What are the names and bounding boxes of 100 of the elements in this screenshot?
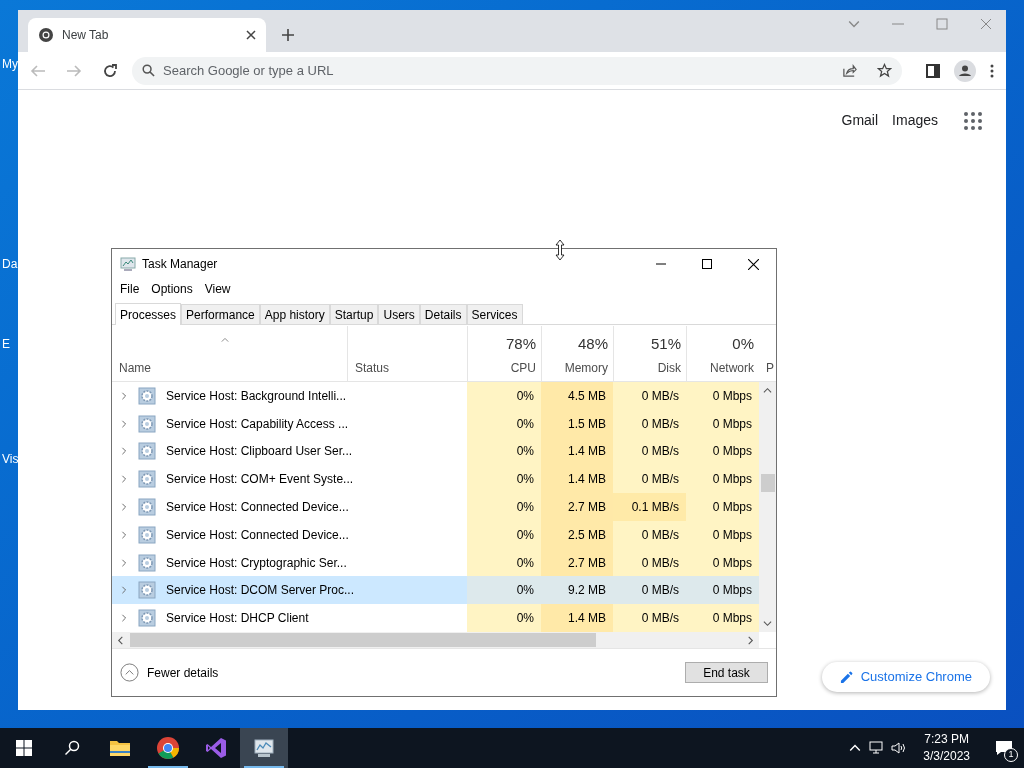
- network-cell: 0 Mbps: [686, 520, 759, 549]
- header-link[interactable]: Images: [892, 110, 938, 131]
- taskbar-app[interactable]: [240, 728, 288, 768]
- memory-cell: 1.4 MB: [541, 465, 613, 494]
- cpu-cell: 0%: [467, 548, 541, 577]
- expand-chevron-icon: [120, 419, 128, 428]
- sort-up-icon: [220, 336, 230, 344]
- process-row[interactable]: Service Host: DCOM Server Proc... 0% 9.2 MB 0 MB/s 0 Mbps: [112, 576, 759, 605]
- search-icon: [64, 740, 80, 756]
- share-icon[interactable]: [842, 63, 857, 78]
- column-header[interactable]: P: [766, 359, 774, 377]
- network-cell: 0 Mbps: [686, 382, 759, 410]
- disk-cell: 0 MB/s: [613, 409, 686, 438]
- disk-cell: 0 MB/s: [613, 465, 686, 494]
- tab[interactable]: Details: [419, 304, 467, 324]
- speaker-icon[interactable]: [891, 741, 908, 755]
- expand-chevron-icon: [120, 503, 128, 511]
- scroll-thumb[interactable]: [761, 474, 775, 492]
- tab[interactable]: Services: [466, 304, 523, 324]
- cpu-cell: 0%: [467, 437, 541, 466]
- network-icon[interactable]: [869, 741, 886, 755]
- end-task-button[interactable]: End task: [685, 662, 768, 683]
- process-row[interactable]: Service Host: DHCP Client 0% 1.4 MB 0 MB/s 0 Mbps: [112, 604, 759, 633]
- expand-chevron-icon: [120, 614, 128, 623]
- process-row[interactable]: Service Host: Background Intelli... 0% 4.5 MB 0 MB/s 0 Mbps: [112, 382, 759, 410]
- menu-icon[interactable]: [990, 63, 994, 78]
- process-row[interactable]: Service Host: Capability Access ... 0% 1.5 MB 0 MB/s 0 Mbps: [112, 409, 759, 438]
- tab[interactable]: Performance: [181, 304, 260, 324]
- network-cell: 0 Mbps: [686, 465, 759, 494]
- process-name: Service Host: Cryptographic Ser...: [166, 554, 347, 572]
- side-panel-icon[interactable]: [926, 63, 940, 78]
- column-header[interactable]: CPU: [510, 359, 536, 377]
- column-usage: 48%: [577, 333, 608, 354]
- star-icon[interactable]: [877, 63, 892, 78]
- notifications-button[interactable]: 1: [984, 728, 1024, 768]
- menu-item[interactable]: Options: [151, 280, 193, 298]
- memory-cell: 1.5 MB: [541, 409, 613, 438]
- process-name: Service Host: Connected Device...: [166, 526, 349, 544]
- chrome-icon: [156, 736, 180, 760]
- process-row[interactable]: Service Host: Cryptographic Ser... 0% 2.7 MB 0 MB/s 0 Mbps: [112, 548, 759, 577]
- column-usage: 0%: [732, 333, 754, 354]
- disk-cell: 0 MB/s: [613, 576, 686, 605]
- process-row[interactable]: Service Host: COM+ Event Syste... 0% 1.4 MB 0 MB/s 0 Mbps: [112, 465, 759, 494]
- disk-cell: 0 MB/s: [613, 382, 686, 410]
- tab[interactable]: Processes: [115, 303, 182, 325]
- scroll-up-icon: [763, 386, 772, 395]
- network-cell: 0 Mbps: [686, 576, 759, 605]
- tab[interactable]: Users: [378, 304, 420, 324]
- process-row[interactable]: Service Host: Connected Device... 0% 2.7 MB 0.1 MB/s 0 Mbps: [112, 493, 759, 521]
- column-header[interactable]: Status: [355, 359, 467, 377]
- horizontal-scrollbar[interactable]: [112, 632, 759, 648]
- expand-chevron-icon: [120, 475, 128, 484]
- vertical-scrollbar[interactable]: [759, 382, 776, 632]
- desktop-icon-label[interactable]: Da: [2, 255, 18, 273]
- profile-avatar-icon[interactable]: [954, 59, 976, 82]
- cpu-cell: 0%: [467, 520, 541, 549]
- reload-icon[interactable]: [102, 62, 118, 79]
- memory-cell: 9.2 MB: [541, 576, 613, 605]
- cpu-cell: 0%: [467, 409, 541, 438]
- desktop-icon-label[interactable]: My: [2, 55, 18, 73]
- desktop-icon-label[interactable]: Vis: [2, 450, 19, 468]
- process-row[interactable]: Service Host: Connected Device... 0% 2.5 MB 0 MB/s 0 Mbps: [112, 520, 759, 549]
- address-input[interactable]: Search Google or type a URL: [163, 60, 834, 81]
- pencil-icon: [839, 670, 853, 684]
- menu-item[interactable]: File: [120, 280, 140, 298]
- menu-item[interactable]: View: [204, 280, 231, 298]
- gear-icon: [138, 609, 156, 628]
- memory-cell: 2.7 MB: [541, 548, 613, 577]
- fewer-details-button[interactable]: Fewer details: [120, 663, 219, 682]
- search-icon: [142, 64, 155, 77]
- tab[interactable]: Startup: [329, 304, 379, 324]
- desktop-icon-label[interactable]: E: [2, 335, 10, 353]
- plus-icon[interactable]: [282, 29, 294, 41]
- process-name: Service Host: COM+ Event Syste...: [166, 471, 354, 489]
- maximize-icon: [702, 259, 712, 269]
- disk-cell: 0 MB/s: [613, 520, 686, 549]
- process-row[interactable]: Service Host: Clipboard User Ser... 0% 1.4 MB 0 MB/s 0 Mbps: [112, 437, 759, 466]
- header-link[interactable]: Gmail: [841, 110, 879, 131]
- column-header[interactable]: Name: [119, 359, 347, 377]
- apps-grid-icon[interactable]: [964, 111, 982, 130]
- gear-icon: [138, 442, 156, 461]
- cpu-cell: 0%: [467, 382, 541, 410]
- disk-cell: 0.1 MB/s: [613, 493, 686, 521]
- browser-tab[interactable]: New Tab: [28, 18, 266, 52]
- column-header[interactable]: Memory: [564, 359, 608, 377]
- address-bar[interactable]: Search Google or type a URL: [132, 56, 902, 85]
- clock[interactable]: 7:23 PM 3/3/2023: [915, 731, 978, 765]
- close-icon[interactable]: [246, 30, 256, 40]
- gear-icon: [138, 553, 156, 572]
- tab[interactable]: App history: [259, 304, 330, 324]
- disk-cell: 0 MB/s: [613, 604, 686, 633]
- customize-chrome-button[interactable]: Customize Chrome: [821, 662, 990, 692]
- memory-cell: 1.4 MB: [541, 604, 613, 633]
- disk-cell: 0 MB/s: [613, 548, 686, 577]
- gear-icon: [138, 525, 156, 544]
- column-header[interactable]: Disk: [657, 359, 681, 377]
- column-header[interactable]: Network: [710, 359, 754, 377]
- column-usage: 78%: [505, 333, 536, 354]
- expand-chevron-icon: [120, 447, 128, 456]
- expand-chevron-icon: [120, 586, 128, 595]
